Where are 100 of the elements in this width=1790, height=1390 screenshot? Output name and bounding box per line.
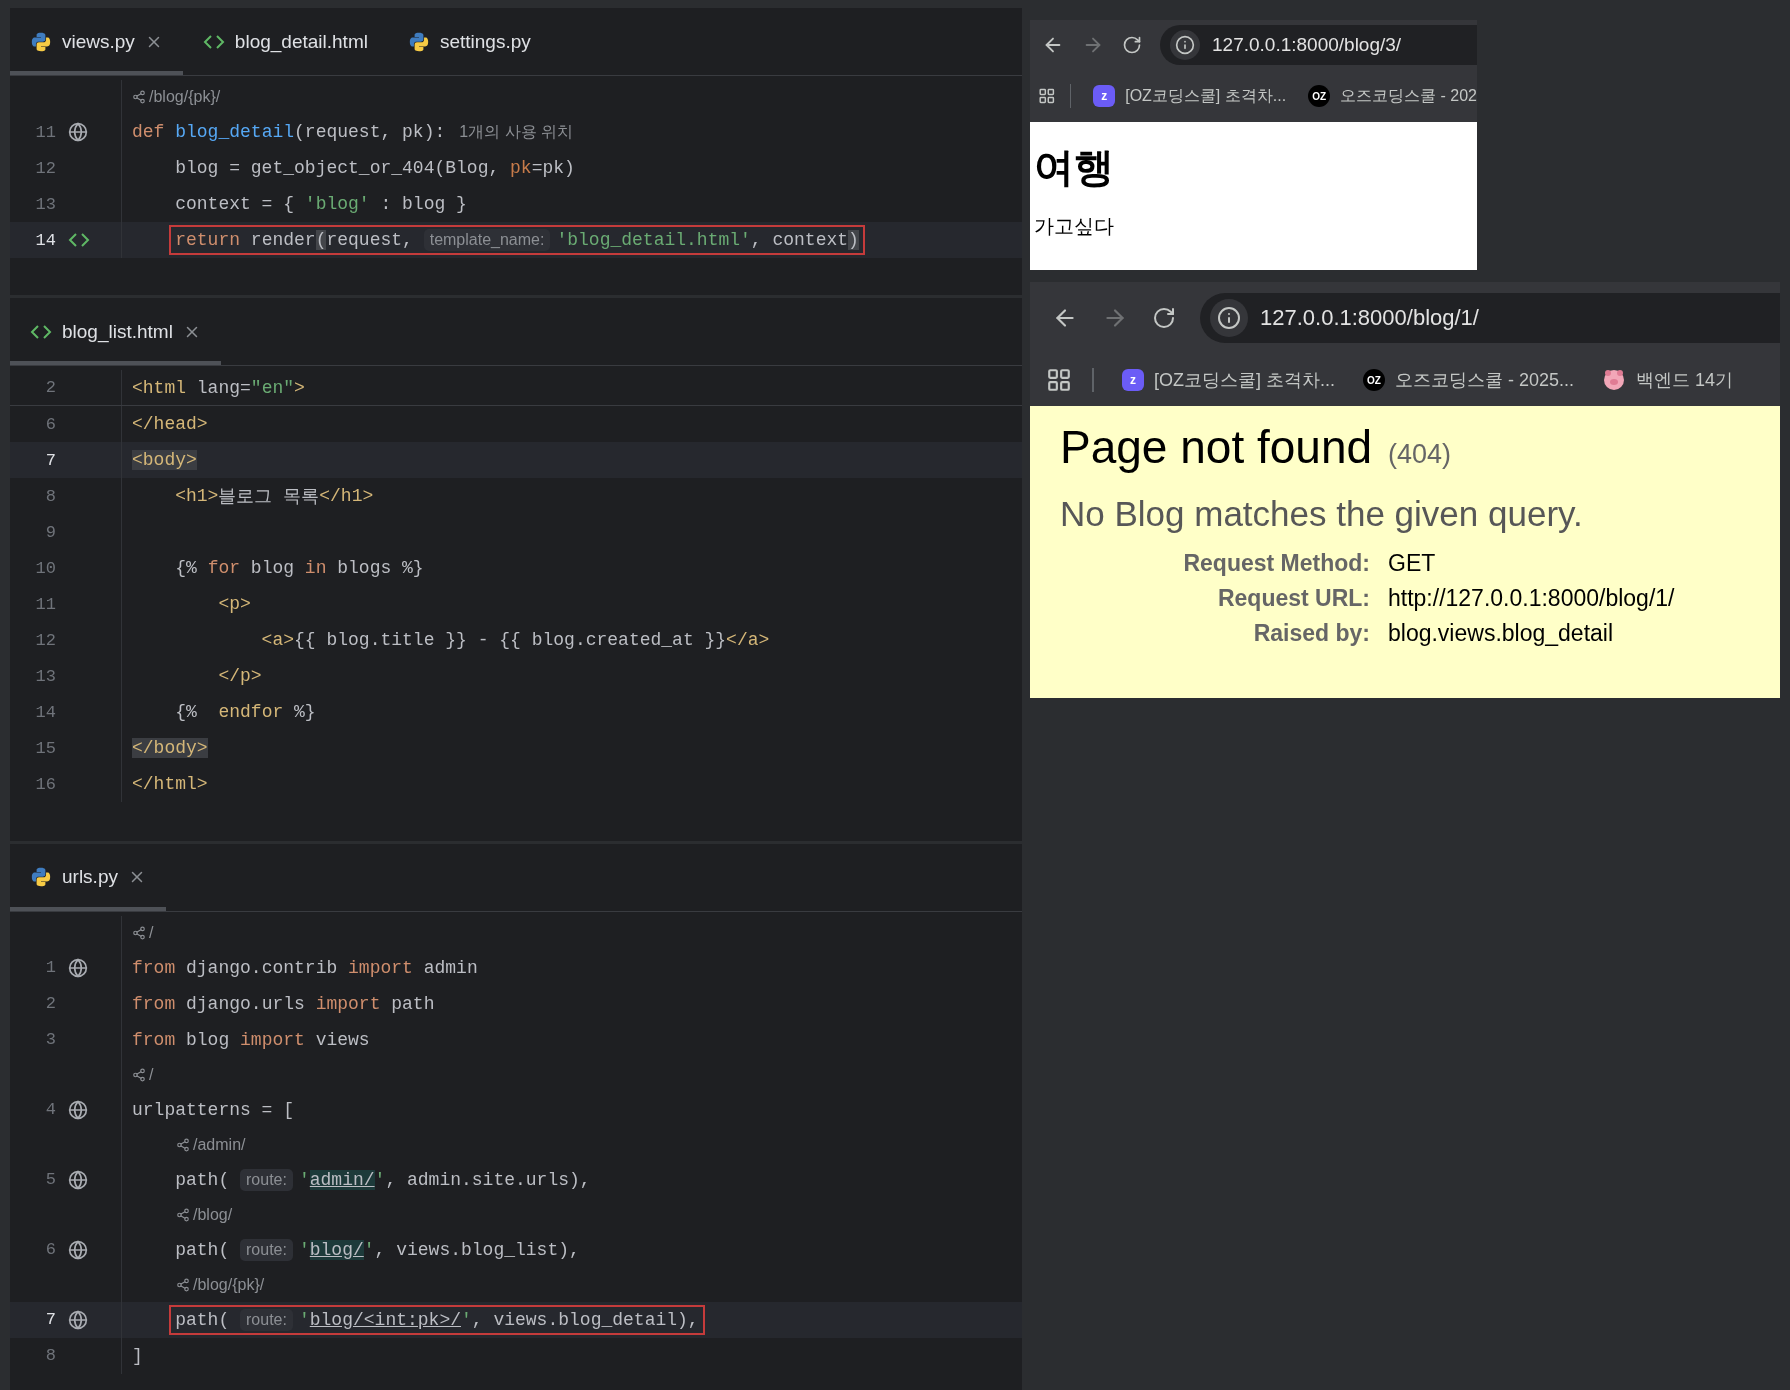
line-number: 4 [44, 1100, 56, 1120]
python-icon [30, 30, 52, 53]
pig-icon [1602, 368, 1627, 392]
line-number: 13 [34, 194, 56, 214]
globe-icon[interactable] [68, 1169, 88, 1190]
code-brackets-icon [68, 232, 90, 248]
file-tab[interactable]: settings.py [387, 8, 551, 75]
code-line: urlpatterns = [ [131, 1099, 295, 1120]
line-number: 14 [34, 230, 56, 250]
route-hint[interactable]: /admin/ [193, 1135, 246, 1154]
route-hint[interactable]: /blog/{pk}/ [193, 1275, 265, 1294]
parameter-hint: template_name: [423, 229, 551, 251]
line-number: 12 [34, 158, 56, 178]
code-line: context = { 'blog' : blog } [174, 194, 467, 214]
code-line: def blog_detail(request, pk): 1개의 사용 위치 [131, 121, 574, 143]
bookmark[interactable]: z [OZ코딩스쿨] 초격차... [1093, 85, 1287, 107]
line-number: 9 [44, 522, 56, 542]
line-number: 14 [34, 702, 56, 722]
line-number: 13 [34, 666, 56, 686]
file-tab[interactable]: blog_list.html [10, 298, 221, 366]
code-line: </head> [131, 414, 208, 435]
share-icon[interactable] [176, 1207, 190, 1222]
line-number: 7 [44, 450, 56, 470]
route-hint[interactable]: /blog/{pk}/ [149, 88, 221, 106]
highlight-frame: return render(request, template_name: 'blog_detail.html', context) [169, 225, 865, 255]
globe-icon[interactable] [68, 1239, 88, 1260]
file-tab[interactable]: blog_detail.html [182, 8, 388, 75]
info-icon[interactable] [1217, 306, 1241, 330]
code-line: path( route: 'blog/', views.blog_list), [174, 1238, 580, 1261]
share-icon[interactable] [132, 925, 146, 940]
code-line: </p> [217, 666, 262, 687]
code-line: <h1>블로그 목록</h1> [174, 485, 374, 509]
globe-icon[interactable] [68, 1309, 88, 1330]
code-brackets-icon [202, 33, 225, 50]
code-brackets-icon [30, 323, 52, 340]
address-bar[interactable]: 127.0.0.1:8000/blog/1/ [1200, 293, 1780, 343]
tab-label: views.py [62, 30, 135, 53]
reload-button[interactable] [1122, 35, 1142, 55]
code-line: <a>{{ blog.title }} - {{ blog.created_at }}</a> [260, 630, 770, 651]
line-number: 2 [44, 378, 56, 398]
page-text: 가고싶다 [1034, 214, 1115, 239]
detail-label: Request Method: [1182, 550, 1370, 577]
bookmark-logo: z [1122, 369, 1144, 391]
globe-icon[interactable] [68, 957, 88, 978]
detail-label: Request URL: [1216, 585, 1370, 612]
share-icon[interactable] [176, 1277, 190, 1292]
error-message: No Blog matches the given query. [1060, 494, 1584, 534]
line-number: 6 [44, 1240, 56, 1260]
share-icon[interactable] [132, 90, 146, 104]
tab-label: urls.py [62, 866, 118, 889]
globe-icon[interactable] [68, 122, 88, 142]
apps-icon[interactable] [1046, 367, 1072, 393]
line-number: 1 [44, 958, 56, 978]
code-line: from blog import views [131, 1029, 370, 1050]
route-hint[interactable]: / [149, 923, 154, 942]
tab-label: settings.py [439, 30, 531, 53]
line-number: 15 [34, 738, 56, 758]
bookmark-logo: OZ [1308, 85, 1331, 107]
bookmark[interactable]: OZ 오즈코딩스쿨 - 202 [1308, 85, 1477, 107]
address-bar[interactable]: 127.0.0.1:8000/blog/3/ [1160, 25, 1477, 65]
usage-hint: 1개의 사용 위치 [459, 121, 574, 142]
parameter-hint: route: [240, 1168, 293, 1191]
code-line: <p> [217, 594, 251, 615]
error-title: Page not found [1060, 420, 1373, 474]
info-icon[interactable] [1175, 35, 1195, 55]
page-heading: 여행 [1034, 144, 1115, 191]
code-line: from django.urls import path [131, 993, 435, 1014]
line-number: 2 [44, 994, 56, 1014]
python-icon [407, 30, 430, 53]
file-tab[interactable]: urls.py [10, 843, 166, 911]
line-number: 8 [44, 1346, 56, 1366]
code-line: <html lang="en"> [131, 377, 305, 398]
detail-value: blog.views.blog_detail [1388, 620, 1615, 647]
code-line: {% endfor %} [174, 702, 316, 723]
line-number: 6 [44, 414, 56, 434]
bookmark[interactable]: OZ 오즈코딩스쿨 - 2025... [1363, 368, 1575, 392]
parameter-hint: route: [240, 1238, 293, 1261]
code-line: blog = get_object_or_404(Blog, pk=pk) [174, 158, 575, 178]
code-line: path( route: 'admin/', admin.site.urls), [174, 1168, 591, 1191]
tab-label: blog_list.html [62, 320, 173, 343]
bookmark[interactable]: z [OZ코딩스쿨] 초격차... [1122, 368, 1335, 392]
file-tab[interactable]: views.py [10, 8, 183, 75]
globe-icon[interactable] [68, 1099, 88, 1120]
reload-button[interactable] [1152, 306, 1176, 330]
route-hint[interactable]: / [149, 1065, 154, 1084]
code-line: from django.contrib import admin [131, 957, 478, 978]
bookmark-logo: OZ [1363, 369, 1385, 391]
parameter-hint: route: [240, 1308, 293, 1331]
url-text: 127.0.0.1:8000/blog/1/ [1260, 305, 1479, 331]
code-line: </html> [131, 774, 208, 795]
share-icon[interactable] [176, 1137, 190, 1152]
url-text: 127.0.0.1:8000/blog/3/ [1212, 34, 1402, 56]
share-icon[interactable] [132, 1067, 146, 1082]
route-hint[interactable]: /blog/ [193, 1205, 233, 1224]
python-icon [30, 866, 52, 889]
line-number: 11 [34, 594, 56, 614]
line-number: 7 [44, 1310, 56, 1330]
detail-label: Raised by: [1252, 620, 1370, 647]
error-code: (404) [1388, 439, 1452, 470]
bookmark[interactable]: 백엔드 14기 [1602, 368, 1734, 392]
